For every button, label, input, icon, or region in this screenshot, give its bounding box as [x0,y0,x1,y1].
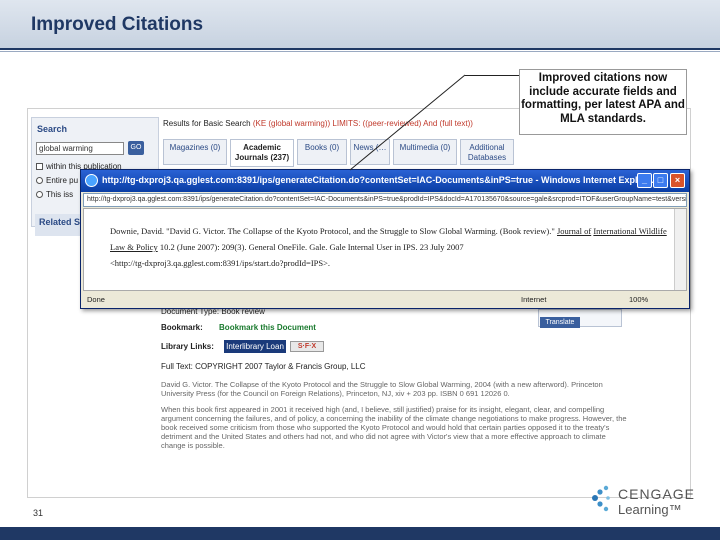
full-text-copyright: Full Text: COPYRIGHT 2007 Taylor & Franc… [161,362,366,371]
popup-scrollbar[interactable] [674,209,686,290]
cengage-logo: CENGAGE Learning™ [588,482,698,518]
option-label: This iss [46,190,74,199]
logo-text-cengage: CENGAGE [618,486,696,502]
results-label: Results for Basic Search [163,119,251,128]
option-label: Entire pu [46,176,79,185]
checkbox-icon [36,163,43,171]
page-number: 31 [33,508,44,518]
slide: Improved Citations Search global warming… [0,0,720,540]
slide-title: Improved Citations [31,14,204,35]
bookmark-row: Bookmark: Bookmark this Document [161,323,316,332]
translate-button[interactable]: Translate [540,317,580,328]
bookmark-label: Bookmark: [161,323,203,332]
close-button[interactable]: × [670,173,685,188]
option-entire-publication[interactable]: Entire pu [36,176,78,185]
footer-bar [0,527,720,540]
citation-journal: Journal of [556,226,592,236]
logo-text-learning: Learning™ [618,502,682,517]
radio-icon [36,177,43,185]
option-this-issue[interactable]: This iss [36,190,73,199]
sfx-button[interactable]: S·F·X [290,341,324,352]
search-input[interactable]: global warming [36,142,124,155]
callout-leader-line [465,75,519,76]
article-body-text: When this book first appeared in 2001 it… [161,405,627,450]
cengage-logo-icon [592,485,610,512]
citation-content: Downie, David. "David G. Victor. The Col… [83,208,687,291]
header-divider-thin [0,51,720,52]
header-divider [0,48,720,50]
citation-authors-title: Downie, David. "David G. Victor. The Col… [110,226,557,236]
article-citation-text: David G. Victor. The Collapse of the Kyo… [161,380,603,398]
status-zoom[interactable]: 100% [629,295,648,304]
search-panel-title: Search [37,124,68,134]
slide-header: Improved Citations [0,0,720,48]
citation-details: 10.2 (June 2007): 209(3). General OneFil… [157,242,464,252]
maximize-button[interactable]: □ [653,173,668,188]
citation-text: Downie, David. "David G. Victor. The Col… [110,223,670,271]
citation-url: <http://tg-dxproj3.qa.gglest.com:8391/ip… [110,258,331,268]
status-done: Done [87,295,105,304]
citation-popup-window: http://tg-dxproj3.qa.gglest.com:8391/ips… [80,169,690,309]
minimize-button[interactable]: _ [637,173,652,188]
bookmark-link[interactable]: Bookmark this Document [219,323,316,332]
go-button[interactable]: GO [128,141,144,155]
tab-magazines[interactable]: Magazines (0) [163,139,227,165]
interlibrary-loan-button[interactable]: Interlibrary Loan [224,340,286,353]
callout-box: Improved citations now include accurate … [519,69,687,135]
radio-icon [36,191,43,199]
callout-pointer [349,74,466,171]
tab-academic-journals[interactable]: Academic Journals (237) [230,139,294,167]
popup-address-bar[interactable]: http://tg-dxproj3.qa.gglest.com:8391/ips… [83,193,687,207]
library-links-label: Library Links: [161,342,214,351]
ie-icon [85,174,98,187]
status-internet-zone: Internet [521,295,547,304]
popup-status-bar: Done Internet 100% [83,293,687,307]
popup-title: http://tg-dxproj3.qa.gglest.com:8391/ips… [102,175,654,185]
